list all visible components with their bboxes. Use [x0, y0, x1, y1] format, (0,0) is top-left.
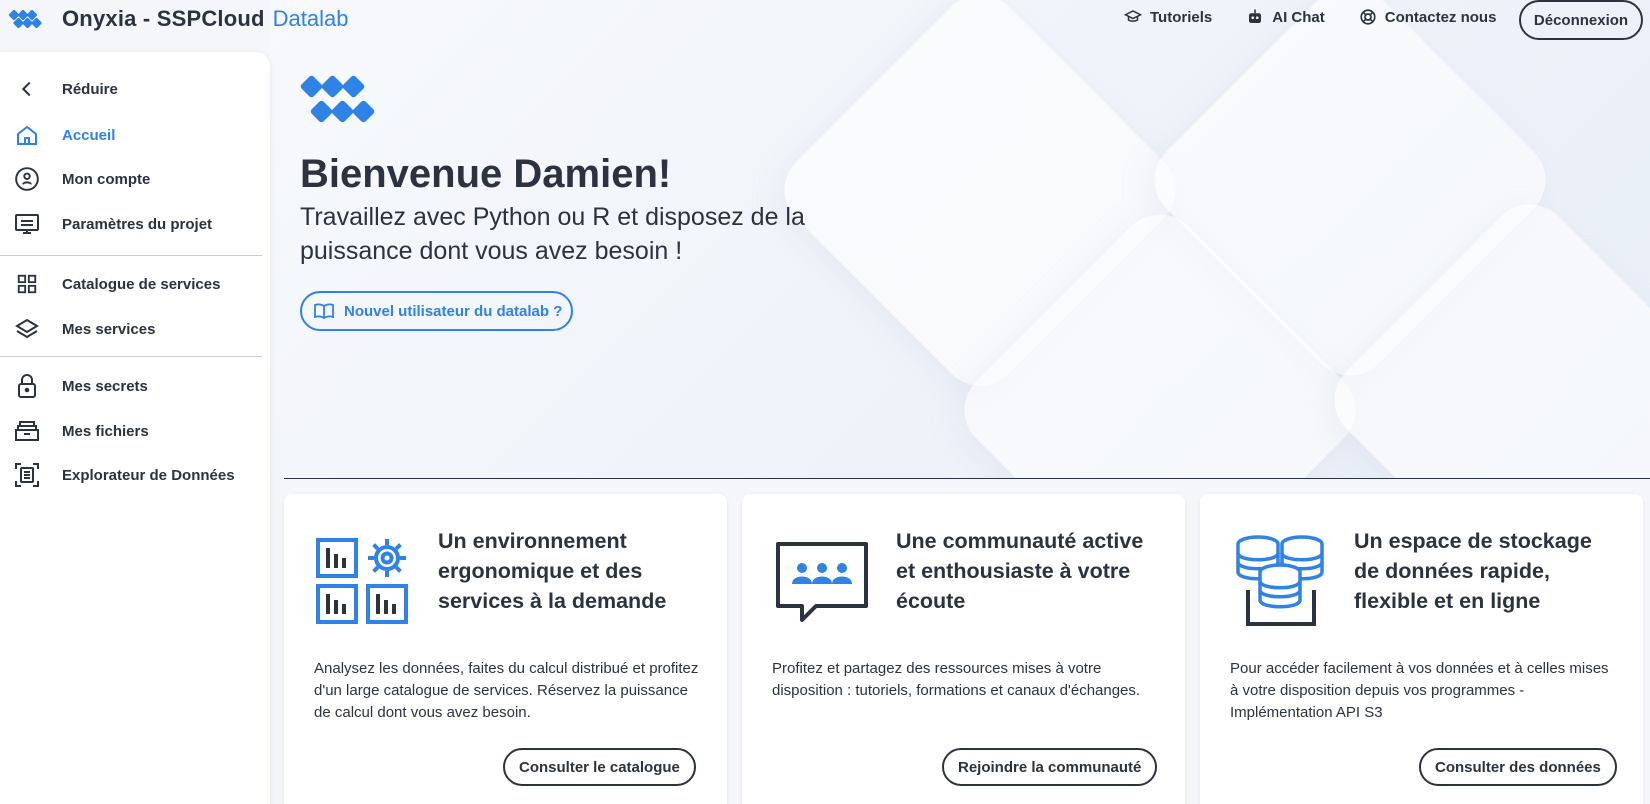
robot-icon	[1249, 9, 1262, 23]
sidebar-item-data-explorer[interactable]: Explorateur de Données	[0, 455, 262, 495]
page-title: Bienvenue Damien!	[300, 152, 672, 196]
tutorials-label: Tutoriels	[1150, 8, 1213, 26]
lock-icon	[13, 372, 41, 400]
sidebar: Réduire Accueil Mon compte Paramètres du…	[0, 52, 270, 804]
home-icon	[13, 121, 41, 149]
card-text: Analysez les données, faites du calcul d…	[314, 660, 699, 721]
graduation-cap-icon	[1124, 10, 1142, 22]
join-community-button[interactable]: Rejoindre la communauté	[942, 748, 1158, 786]
sidebar-item-files[interactable]: Mes fichiers	[0, 411, 262, 451]
card-text: Pour accéder facilement à vos données et…	[1230, 660, 1609, 721]
sidebar-item-my-services[interactable]: Mes services	[0, 309, 262, 349]
sidebar-item-project-settings[interactable]: Paramètres du projet	[0, 204, 262, 244]
new-user-button[interactable]: Nouvel utilisateur du datalab ?	[300, 291, 573, 331]
sidebar-item-collapse[interactable]: Réduire	[0, 69, 262, 109]
sidebar-item-label: Paramètres du projet	[62, 215, 213, 233]
card-title: Un environnement ergonomique et des serv…	[438, 529, 667, 613]
lifebuoy-icon	[1360, 9, 1376, 25]
top-links: Tutoriels AI Chat Contactez nous	[1124, 8, 1530, 26]
feature-card-environment: Un environnement ergonomique et des serv…	[284, 494, 727, 804]
community-chat-icon	[776, 542, 868, 622]
browse-data-button[interactable]: Consulter des données	[1419, 748, 1617, 786]
brand-subtitle: Datalab	[272, 6, 349, 31]
layers-icon	[13, 315, 41, 343]
feature-card-storage: Un espace de stockage de données rapide,…	[1200, 494, 1643, 804]
sidebar-item-home[interactable]: Accueil	[0, 115, 262, 155]
tutorials-link[interactable]: Tutoriels	[1124, 8, 1212, 26]
contact-link[interactable]: Contactez nous	[1359, 8, 1497, 26]
dashboard-services-icon	[316, 538, 408, 624]
sidebar-item-label: Mes fichiers	[62, 422, 149, 440]
feature-card-community: Une communauté active et enthousiaste à …	[742, 494, 1185, 804]
account-icon	[13, 165, 41, 193]
brand-name: Onyxia - SSPCloud	[62, 6, 265, 31]
sidebar-item-label: Accueil	[62, 126, 116, 144]
card-title: Un espace de stockage de données rapide,…	[1354, 529, 1592, 613]
sidebar-item-account[interactable]: Mon compte	[0, 159, 262, 199]
ai-chat-link[interactable]: AI Chat	[1246, 8, 1325, 26]
brand[interactable]: Onyxia - SSPCloud Datalab	[8, 5, 349, 33]
ai-chat-label: AI Chat	[1272, 8, 1325, 26]
contact-label: Contactez nous	[1384, 8, 1497, 26]
book-icon	[314, 303, 334, 319]
logout-button[interactable]: Déconnexion	[1519, 0, 1643, 40]
sidebar-item-label: Réduire	[62, 80, 118, 98]
browse-catalog-button[interactable]: Consulter le catalogue	[503, 748, 696, 786]
card-text: Profitez et partagez des ressources mise…	[772, 660, 1141, 699]
sidebar-item-secrets[interactable]: Mes secrets	[0, 366, 262, 406]
sidebar-item-label: Mes secrets	[62, 377, 148, 395]
new-user-label: Nouvel utilisateur du datalab ?	[344, 302, 563, 320]
section-divider	[284, 478, 1650, 479]
data-explorer-icon	[13, 461, 41, 489]
chevron-left-icon	[13, 75, 41, 103]
sidebar-divider	[0, 356, 262, 357]
grid-icon	[13, 270, 41, 298]
top-header: Onyxia - SSPCloud Datalab Tutoriels AI C…	[0, 0, 1650, 40]
hero-subtitle: Travaillez avec Python ou R et disposez …	[300, 203, 805, 265]
files-icon	[13, 417, 41, 445]
sidebar-item-label: Mes services	[62, 320, 156, 338]
sidebar-item-catalog[interactable]: Catalogue de services	[0, 264, 262, 304]
project-settings-icon	[13, 210, 41, 238]
sidebar-item-label: Explorateur de Données	[62, 466, 235, 484]
card-title: Une communauté active et enthousiaste à …	[896, 529, 1144, 613]
sidebar-item-label: Catalogue de services	[62, 275, 221, 293]
onyxia-logo-icon	[8, 9, 42, 29]
sidebar-item-label: Mon compte	[62, 170, 151, 188]
sidebar-divider	[0, 255, 262, 256]
onyxia-hero-logo-icon	[300, 75, 375, 123]
database-storage-icon	[1236, 535, 1324, 626]
